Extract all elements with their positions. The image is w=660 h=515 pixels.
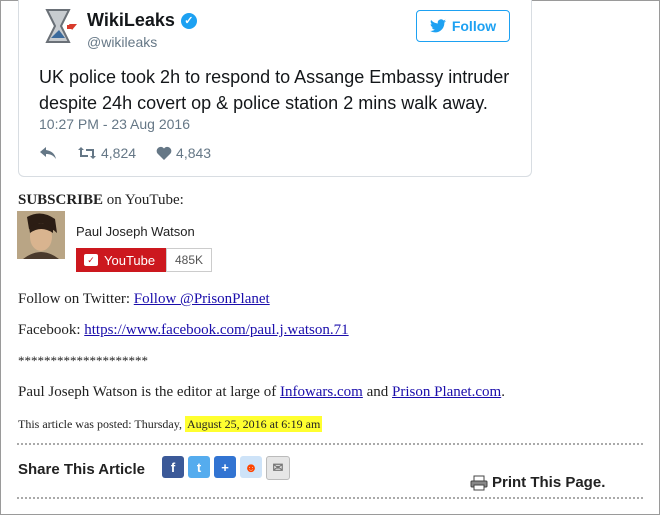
posted-date-line: This article was posted: Thursday, Augus… [18, 416, 323, 432]
reply-icon [40, 147, 56, 159]
delicious-icon[interactable]: + [214, 456, 236, 478]
profile-photo-icon [17, 211, 65, 259]
retweet-count: 4,824 [101, 145, 137, 161]
tweet-text: UK police took 2h to respond to Assange … [39, 67, 510, 113]
share-heading: Share This Article [18, 461, 145, 478]
tweet-author-handle[interactable]: @wikileaks [87, 34, 157, 50]
channel-avatar[interactable] [17, 211, 65, 259]
prison-planet-link[interactable]: Prison Planet.com [392, 384, 501, 400]
embedded-tweet: WikiLeaks ✓ @wikileaks Follow UK police t… [18, 0, 532, 177]
facebook-icon[interactable]: f [162, 456, 184, 478]
retweet-icon [78, 147, 96, 159]
tweet-timestamp[interactable]: 10:27 PM - 23 Aug 2016 [39, 116, 190, 132]
highlighted-post-date: August 25, 2016 at 6:19 am [184, 416, 323, 432]
divider-bottom [17, 497, 643, 499]
separator-stars: ******************** [18, 353, 148, 368]
printer-icon [470, 475, 488, 490]
reddit-icon[interactable]: ☻ [240, 456, 262, 478]
subscriber-count: 485K [166, 248, 213, 272]
heart-icon [156, 146, 172, 160]
share-icon-row: f t + ☻ ✉ [162, 456, 290, 480]
subscribe-heading: SUBSCRIBE on YouTube: [18, 192, 184, 208]
print-page-link[interactable]: Print This Page. [470, 474, 605, 491]
youtube-logo-icon: ✓ [84, 254, 98, 266]
email-icon[interactable]: ✉ [266, 456, 290, 480]
reply-button[interactable] [39, 146, 57, 160]
channel-name[interactable]: Paul Joseph Watson [76, 224, 195, 239]
youtube-subscribe-button[interactable]: ✓ YouTube [76, 248, 166, 272]
retweet-button[interactable]: 4,824 [77, 145, 136, 161]
wikileaks-hourglass-logo [45, 9, 77, 43]
youtube-button-label: YouTube [104, 252, 156, 268]
facebook-profile-link[interactable]: https://www.facebook.com/paul.j.watson.7… [84, 322, 348, 338]
tweet-actions: 4,824 4,843 [39, 145, 231, 161]
twitter-bird-icon [429, 19, 446, 33]
twitter-icon[interactable]: t [188, 456, 210, 478]
infowars-link[interactable]: Infowars.com [280, 384, 363, 400]
twitter-follow-line: Follow on Twitter: Follow @PrisonPlanet [18, 291, 270, 307]
tweet-author-name[interactable]: WikiLeaks ✓ [87, 10, 197, 31]
print-label: Print This Page. [492, 474, 606, 491]
facebook-line: Facebook: https://www.facebook.com/paul.… [18, 322, 349, 338]
author-bio: Paul Joseph Watson is the editor at larg… [18, 384, 505, 400]
divider-top [17, 443, 643, 445]
follow-button[interactable]: Follow [416, 10, 510, 42]
like-count: 4,843 [176, 145, 212, 161]
follow-label: Follow [451, 18, 497, 34]
verified-badge-icon: ✓ [180, 13, 197, 29]
twitter-profile-link[interactable]: Follow @PrisonPlanet [134, 291, 270, 307]
like-button[interactable]: 4,843 [156, 145, 211, 161]
